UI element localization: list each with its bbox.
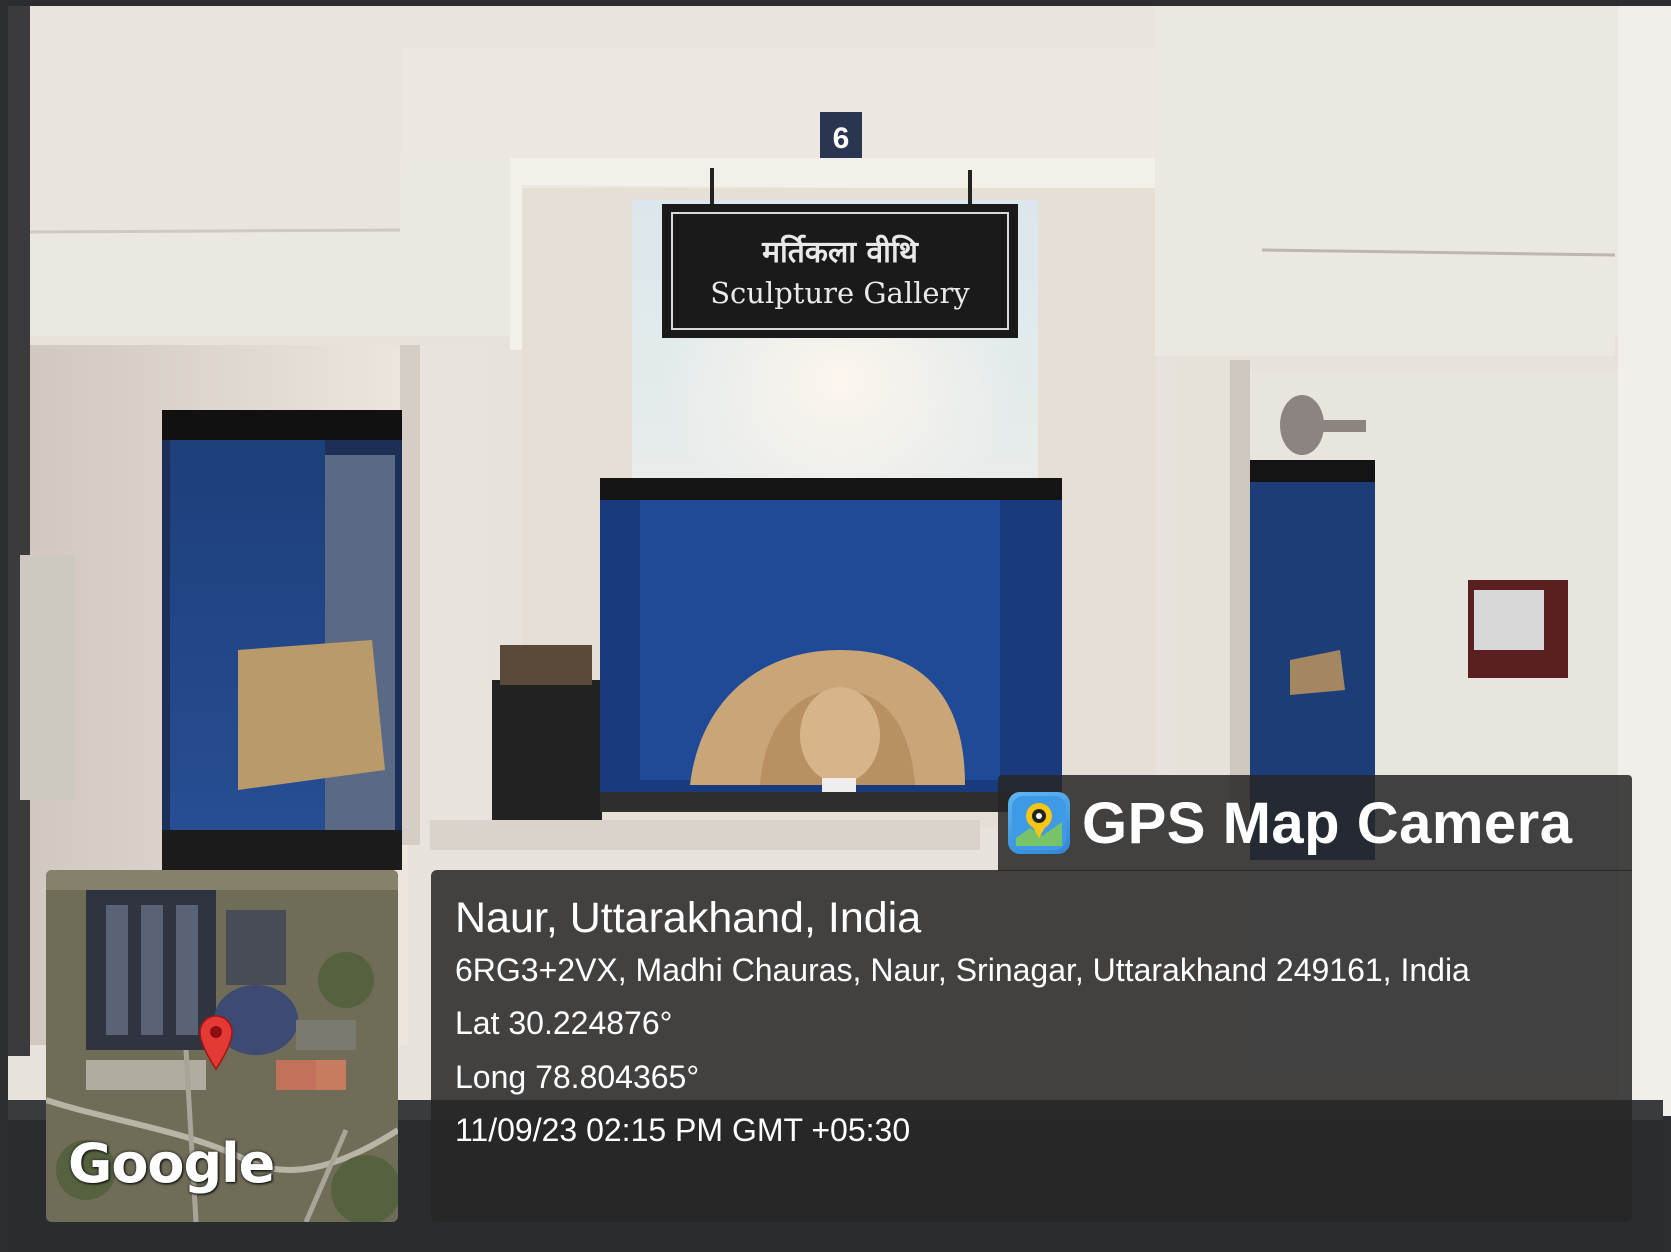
gallery-sign: मर्तिकला वीथि Sculpture Gallery: [662, 204, 1018, 338]
gps-stamp-header: GPS Map Camera: [998, 775, 1632, 871]
location-address: 6RG3+2VX, Madhi Chauras, Naur, Srinagar,…: [455, 952, 1470, 988]
left-display-case: [162, 410, 402, 870]
app-name: GPS Map Camera: [1082, 790, 1573, 856]
wall-display-screen: [1468, 580, 1568, 678]
google-map-attribution: Google: [68, 1132, 275, 1195]
gps-location-panel: Naur, Uttarakhand, India 6RG3+2VX, Madhi…: [431, 870, 1632, 1222]
room-number-sign: 6: [833, 122, 850, 155]
central-display-case: [600, 478, 1062, 812]
map-pin-icon: [199, 1015, 233, 1070]
location-title: Naur, Uttarakhand, India: [455, 894, 922, 942]
gps-map-camera-app-icon: [1008, 792, 1070, 854]
location-minimap: Google: [46, 870, 398, 1222]
longitude-text: Long 78.804365°: [455, 1059, 700, 1095]
gallery-sign-hindi: मर्तिकला वीथि: [761, 234, 920, 270]
latitude-text: Lat 30.224876°: [455, 1005, 673, 1041]
gallery-sign-english: Sculpture Gallery: [710, 276, 970, 310]
timestamp-text: 11/09/23 02:15 PM GMT +05:30: [455, 1112, 911, 1148]
